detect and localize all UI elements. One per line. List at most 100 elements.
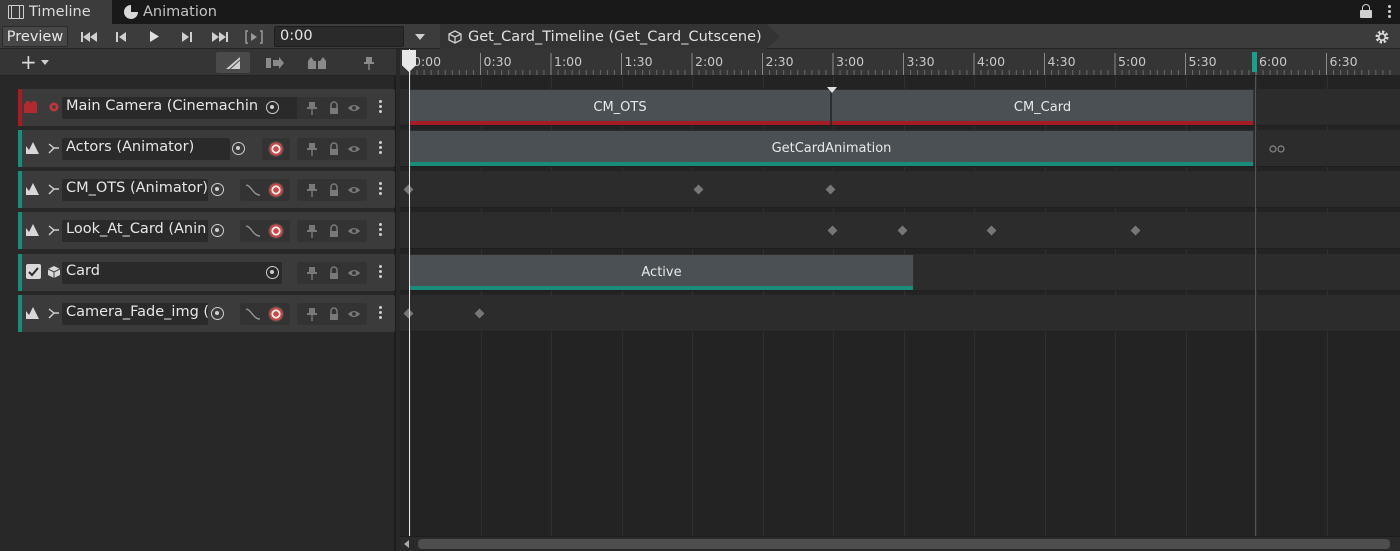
- play-icon[interactable]: [143, 26, 165, 47]
- record-button[interactable]: [262, 303, 290, 325]
- record-button[interactable]: [262, 138, 290, 160]
- track-lock-icon[interactable]: [327, 266, 341, 280]
- track-menu-icon[interactable]: [379, 182, 383, 198]
- window-menu-icon[interactable]: [1388, 4, 1392, 20]
- lane-main-camera[interactable]: CM_OTS CM_Card: [400, 87, 1400, 126]
- track-header-cm-ots[interactable]: CM_OTS (Animator): [18, 171, 395, 208]
- animation-track-icon: [26, 307, 39, 319]
- track-lock-icon[interactable]: [327, 224, 341, 238]
- mute-pin-icon[interactable]: [305, 142, 319, 156]
- timeline-end-marker[interactable]: [1252, 52, 1257, 72]
- ruler-tick-label: 6:00: [1259, 54, 1287, 69]
- visibility-eye-icon[interactable]: [347, 183, 361, 197]
- lane-cm-ots[interactable]: [400, 171, 1400, 208]
- track-header-camera-fade-img[interactable]: Camera_Fade_img (: [18, 295, 395, 332]
- track-lock-icon[interactable]: [327, 183, 341, 197]
- record-button[interactable]: [262, 179, 290, 201]
- object-picker-icon[interactable]: [266, 266, 279, 279]
- track-name-field[interactable]: Look_At_Card (Anin: [62, 220, 208, 242]
- track-lock-icon[interactable]: [327, 142, 341, 156]
- mute-pin-icon[interactable]: [305, 101, 319, 115]
- track-menu-icon[interactable]: [379, 265, 383, 281]
- scroll-left-arrow-icon[interactable]: [404, 540, 409, 548]
- object-picker-icon[interactable]: [211, 307, 224, 320]
- breadcrumb[interactable]: Get_Card_Timeline (Get_Card_Cutscene): [440, 24, 780, 49]
- mute-pin-icon[interactable]: [305, 266, 319, 280]
- track-menu-icon[interactable]: [379, 100, 383, 116]
- keyframe-diamond[interactable]: [825, 184, 836, 195]
- visibility-eye-icon[interactable]: [347, 224, 361, 238]
- track-name-field[interactable]: CM_OTS (Animator): [62, 179, 208, 201]
- track-name-field[interactable]: Main Camera (Cinemachin: [62, 97, 298, 119]
- clip-edit-mode-button[interactable]: [216, 52, 250, 73]
- add-track-button[interactable]: +: [20, 50, 62, 74]
- visibility-eye-icon[interactable]: [347, 142, 361, 156]
- loop-play-range-icon[interactable]: [242, 26, 266, 47]
- clip-label: CM_OTS: [593, 100, 647, 115]
- tab-timeline[interactable]: Timeline: [0, 0, 112, 24]
- keyframe-diamond[interactable]: [986, 225, 997, 236]
- clips-area[interactable]: CM_OTS CM_Card GetCardAnimation Active: [400, 76, 1400, 536]
- track-name-field[interactable]: Actors (Animator): [62, 138, 230, 160]
- pin-icon[interactable]: [352, 52, 386, 73]
- keyframe-diamond[interactable]: [1130, 225, 1141, 236]
- ruler-tick-label: 2:30: [766, 54, 794, 69]
- object-picker-icon[interactable]: [211, 183, 224, 196]
- track-lock-icon[interactable]: [327, 307, 341, 321]
- track-name-field[interactable]: Camera_Fade_img (: [62, 303, 208, 325]
- mute-pin-icon[interactable]: [305, 224, 319, 238]
- time-ruler[interactable]: 0:00 0:30 1:00 1:30 2:00 2:30 3:00 3:30 4:00 4:30…: [400, 49, 1400, 76]
- track-header-card[interactable]: Card: [18, 254, 395, 291]
- record-button[interactable]: [262, 220, 290, 242]
- cube-icon: [448, 29, 462, 44]
- mute-pin-icon[interactable]: [305, 307, 319, 321]
- activation-checkbox[interactable]: [26, 264, 41, 279]
- timeline-selector-dropdown[interactable]: [408, 26, 432, 47]
- ruler-tick-label: 1:00: [554, 54, 582, 69]
- mix-mode-button[interactable]: [300, 52, 334, 73]
- animator-binding-icon: [48, 225, 59, 236]
- go-to-end-icon[interactable]: [208, 26, 232, 47]
- next-frame-icon[interactable]: [176, 26, 198, 47]
- keyframe-diamond[interactable]: [897, 225, 908, 236]
- mute-pin-icon[interactable]: [305, 183, 319, 197]
- settings-gear-icon[interactable]: [1372, 26, 1392, 47]
- visibility-eye-icon[interactable]: [347, 266, 361, 280]
- clip-active[interactable]: Active: [410, 255, 914, 290]
- clip-cm-ots[interactable]: CM_OTS: [410, 90, 831, 125]
- keyframe-diamond[interactable]: [827, 225, 838, 236]
- visibility-eye-icon[interactable]: [347, 307, 361, 321]
- track-lock-icon[interactable]: [327, 101, 341, 115]
- ruler-tick-label: 6:30: [1330, 54, 1358, 69]
- object-picker-icon[interactable]: [211, 224, 224, 237]
- object-picker-icon[interactable]: [232, 142, 245, 155]
- clip-color-bar: [410, 162, 1253, 166]
- lane-actors[interactable]: GetCardAnimation: [400, 130, 1400, 167]
- track-header-look-at-card[interactable]: Look_At_Card (Anin: [18, 212, 395, 249]
- time-field[interactable]: 0:00: [274, 26, 404, 47]
- tab-animation[interactable]: Animation: [116, 0, 236, 24]
- previous-frame-icon[interactable]: [110, 26, 132, 47]
- track-menu-icon[interactable]: [379, 141, 383, 157]
- visibility-eye-icon[interactable]: [347, 101, 361, 115]
- horizontal-scrollbar[interactable]: [400, 536, 1400, 551]
- scrollbar-thumb[interactable]: [418, 539, 1390, 549]
- lock-icon[interactable]: [1360, 4, 1372, 18]
- clip-cm-card[interactable]: CM_Card: [832, 90, 1254, 125]
- track-menu-icon[interactable]: [379, 223, 383, 239]
- track-header-main-camera[interactable]: Main Camera (Cinemachin: [18, 89, 395, 126]
- clip-get-card-animation[interactable]: GetCardAnimation: [410, 131, 1254, 166]
- go-to-start-icon[interactable]: [78, 26, 100, 47]
- preview-button[interactable]: Preview: [2, 26, 68, 47]
- lane-look-at-card[interactable]: [400, 212, 1400, 249]
- lane-card[interactable]: Active: [400, 254, 1400, 291]
- keyframe-diamond[interactable]: [693, 184, 704, 195]
- object-picker-icon[interactable]: [266, 101, 279, 114]
- track-header-actors[interactable]: Actors (Animator): [18, 130, 395, 167]
- track-menu-icon[interactable]: [379, 306, 383, 322]
- keyframe-diamond[interactable]: [474, 308, 485, 319]
- timeline-ruler-mode-button[interactable]: [258, 52, 292, 73]
- ruler-tick-label: 5:30: [1189, 54, 1217, 69]
- lane-camera-fade-img[interactable]: [400, 295, 1400, 332]
- track-name-field[interactable]: Card: [62, 262, 282, 284]
